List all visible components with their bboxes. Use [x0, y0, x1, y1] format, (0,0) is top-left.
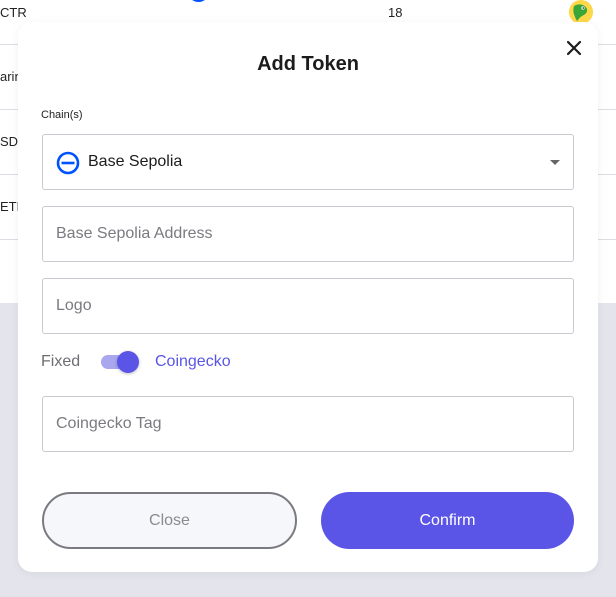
coingecko-tag-input[interactable]	[42, 396, 574, 452]
base-chain-icon	[56, 151, 80, 175]
chain-field-label: Chain(s)	[41, 109, 83, 121]
token-logo	[569, 0, 593, 24]
token-name: CTR	[0, 5, 27, 20]
chain-select-value: Base Sepolia	[88, 153, 183, 170]
chevron-down-icon[interactable]	[550, 160, 560, 165]
confirm-button[interactable]: Confirm	[321, 492, 574, 549]
add-token-dialog: Add Token Chain(s) Base Sepolia Fixed Co…	[18, 22, 598, 572]
token-address-input[interactable]	[42, 206, 574, 262]
dialog-title: Add Token	[257, 53, 359, 75]
toggle-label-fixed: Fixed	[41, 353, 81, 370]
token-decimals: 18	[388, 5, 403, 20]
toggle-label-coingecko: Coingecko	[155, 353, 231, 370]
price-source-switch[interactable]	[101, 350, 139, 374]
logo-input[interactable]	[42, 278, 574, 334]
close-icon[interactable]	[564, 38, 584, 58]
chain-select[interactable]: Base Sepolia	[42, 134, 574, 190]
close-button[interactable]: Close	[42, 492, 297, 549]
base-chain-icon	[192, 0, 205, 3]
switch-thumb[interactable]	[117, 351, 139, 373]
